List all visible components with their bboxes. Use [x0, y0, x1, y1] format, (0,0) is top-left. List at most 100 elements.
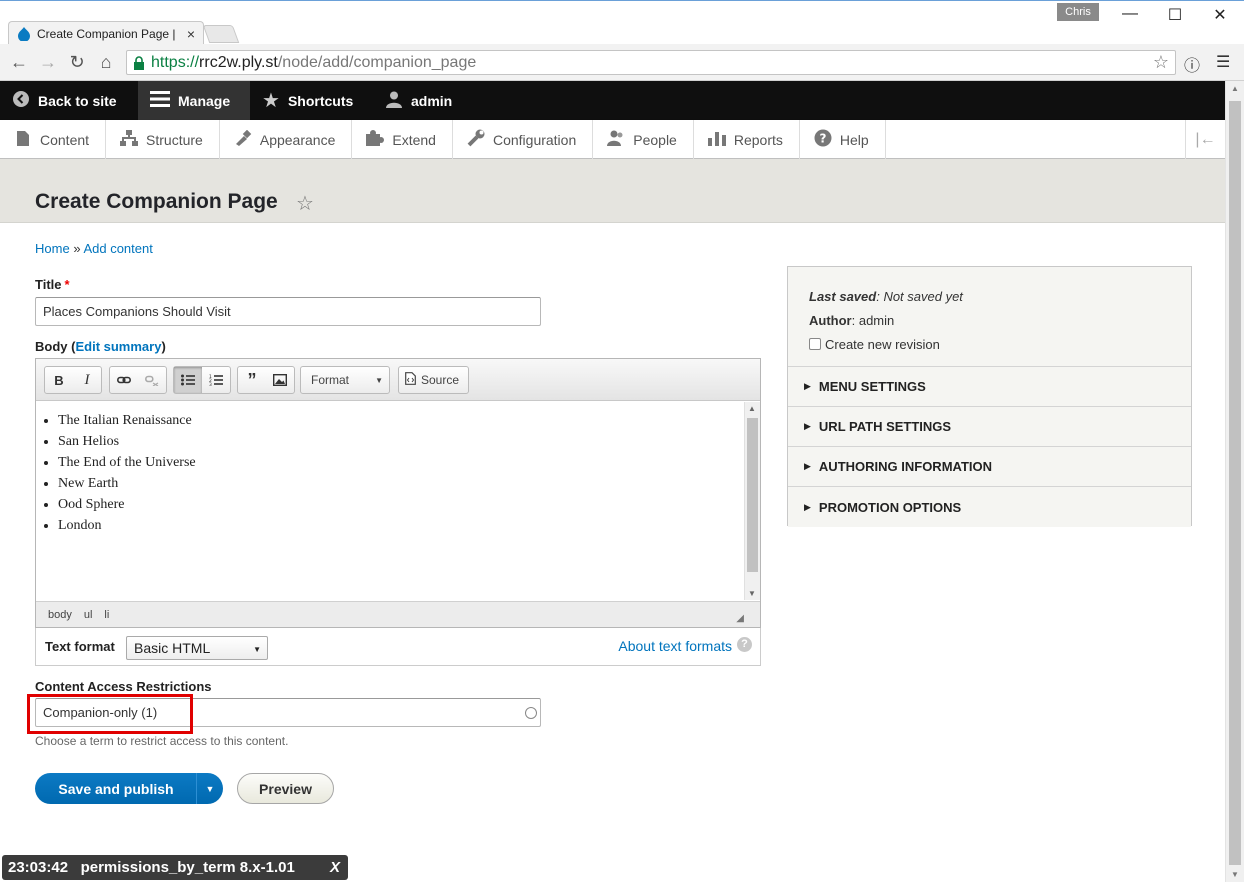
about-text-formats-link[interactable]: About text formats [618, 638, 732, 654]
bulleted-list-icon[interactable] [174, 367, 202, 393]
tray-item-reports[interactable]: Reports [694, 120, 800, 159]
details-promotion-options[interactable]: ▶ Promotion options [788, 487, 1191, 527]
close-window-icon[interactable]: ✕ [1205, 5, 1235, 25]
scroll-down-icon[interactable]: ▼ [748, 589, 756, 598]
back-to-site-link[interactable]: Back to site [0, 81, 129, 120]
home-icon[interactable]: ⌂ [95, 53, 117, 71]
profile-badge[interactable]: Chris [1057, 3, 1099, 21]
editor-scrollbar[interactable]: ▲ ▼ [744, 402, 760, 600]
breadcrumb-home[interactable]: Home [35, 241, 70, 256]
tray-item-help[interactable]: ? Help [800, 120, 886, 159]
italic-icon[interactable]: I [73, 367, 101, 393]
triangle-right-icon: ▶ [804, 421, 811, 431]
revision-checkbox[interactable] [809, 338, 821, 350]
save-and-publish-button[interactable]: Save and publish ▼ [35, 773, 223, 804]
autocomplete-throbber-icon [525, 707, 537, 719]
details-url-path-settings[interactable]: ▶ URL path settings [788, 407, 1191, 447]
body-label: Body (Edit summary) [35, 339, 166, 354]
star-icon: ★ [262, 90, 280, 112]
wrench-icon [467, 129, 485, 150]
shortcuts-tab[interactable]: ★ Shortcuts [250, 81, 365, 120]
browser-tab[interactable]: Create Companion Page | × [8, 21, 204, 46]
new-tab-button[interactable] [202, 25, 240, 43]
user-tab[interactable]: admin [373, 81, 464, 120]
preview-button[interactable]: Preview [237, 773, 334, 804]
annotation-highlight [27, 694, 193, 734]
collapse-tray-icon[interactable]: |← [1185, 120, 1225, 159]
image-icon[interactable] [266, 367, 294, 393]
numbered-list-icon[interactable]: 123 [202, 367, 230, 393]
meta-info: Last saved: Not saved yet Author: admin … [788, 267, 1191, 367]
svg-text:?: ? [819, 132, 826, 146]
tray-item-label: Configuration [492, 131, 577, 148]
editor-scroll-thumb[interactable] [747, 418, 758, 572]
editor-group-media: ” [237, 366, 295, 394]
admin-tray: Content Structure Appearance Extend Conf… [0, 120, 1225, 159]
help-icon[interactable]: ? [737, 637, 752, 652]
scroll-up-icon[interactable]: ▲ [748, 404, 756, 413]
url-scheme: https:// [151, 53, 200, 71]
breadcrumb-separator: » [73, 241, 81, 256]
chevron-down-icon[interactable]: ▼ [196, 773, 223, 804]
tab-title: Create Companion Page | [37, 27, 176, 41]
blockquote-icon[interactable]: ” [238, 367, 266, 393]
tray-item-people[interactable]: People [593, 120, 694, 159]
path-item[interactable]: li [104, 609, 109, 621]
tray-item-appearance[interactable]: Appearance [220, 120, 353, 159]
menu-icon[interactable]: ☰ [1216, 52, 1230, 72]
page-scrollbar[interactable]: ▲ ▼ [1225, 81, 1244, 882]
page-title: Create Companion Page [35, 190, 278, 213]
unlink-icon[interactable] [138, 367, 166, 393]
resize-handle-icon[interactable]: ◢ [736, 613, 744, 624]
tray-item-label: Appearance [259, 131, 336, 148]
tray-item-configuration[interactable]: Configuration [453, 120, 594, 159]
path-item[interactable]: body [48, 609, 72, 621]
details-authoring-information[interactable]: ▶ Authoring information [788, 447, 1191, 487]
last-saved-value: Not saved yet [883, 289, 963, 304]
body-editor: B I 123 ” Format ▼ Source The Italian Re… [35, 358, 761, 628]
car-description: Choose a term to restrict access to this… [35, 734, 289, 748]
info-icon[interactable]: ⓘ [1184, 52, 1200, 76]
editor-content[interactable]: The Italian Renaissance San Helios The E… [36, 402, 744, 600]
tray-item-label: People [633, 131, 677, 148]
bookmark-star-icon[interactable]: ☆ [1153, 52, 1169, 73]
forward-arrow-icon[interactable]: → [37, 53, 59, 71]
tray-item-structure[interactable]: Structure [106, 120, 220, 159]
source-button[interactable]: Source [398, 366, 469, 394]
back-arrow-icon[interactable]: ← [8, 53, 30, 71]
tray-item-content[interactable]: Content [0, 120, 107, 159]
svg-text:3: 3 [209, 382, 212, 386]
tray-item-label: Help [839, 131, 869, 148]
banner-close-icon[interactable]: X [330, 859, 340, 876]
minimize-icon[interactable]: — [1115, 5, 1145, 23]
title-label-text: Title [35, 277, 62, 292]
list-item: The Italian Renaissance [58, 410, 744, 431]
scroll-up-icon[interactable]: ▲ [1231, 84, 1239, 93]
manage-tab[interactable]: Manage [138, 81, 250, 120]
edit-summary-link[interactable]: Edit summary [75, 339, 161, 354]
preview-label: Preview [259, 780, 312, 797]
text-format-select[interactable]: Basic HTML ▼ [126, 636, 268, 660]
details-label: Authoring information [818, 459, 992, 474]
revision-row[interactable]: Create new revision [809, 333, 1191, 357]
banner-label: permissions_by_term 8.x-1.01 [80, 859, 295, 876]
last-saved-label: Last saved [809, 289, 877, 304]
format-dropdown[interactable]: Format ▼ [300, 366, 390, 394]
shortcut-star-icon[interactable]: ☆ [296, 191, 314, 216]
text-format-value: Basic HTML [134, 640, 211, 656]
maximize-icon[interactable]: ☐ [1160, 5, 1190, 25]
breadcrumb-add-content[interactable]: Add content [83, 241, 152, 256]
author-label: Author [809, 313, 852, 328]
page-scroll-thumb[interactable] [1229, 101, 1241, 865]
title-input[interactable]: Places Companions Should Visit [35, 297, 541, 326]
details-menu-settings[interactable]: ▶ Menu settings [788, 367, 1191, 407]
bold-icon[interactable]: B [45, 367, 73, 393]
path-item[interactable]: ul [84, 609, 93, 621]
tab-close-icon[interactable]: × [187, 26, 195, 42]
link-icon[interactable] [110, 367, 138, 393]
breadcrumb: Home » Add content [35, 241, 153, 256]
tray-item-extend[interactable]: Extend [352, 120, 453, 159]
scroll-down-icon[interactable]: ▼ [1231, 870, 1239, 879]
url-input[interactable]: https://rrc2w.ply.st/node/add/companion_… [126, 50, 1176, 75]
reload-icon[interactable]: ↻ [66, 53, 88, 71]
